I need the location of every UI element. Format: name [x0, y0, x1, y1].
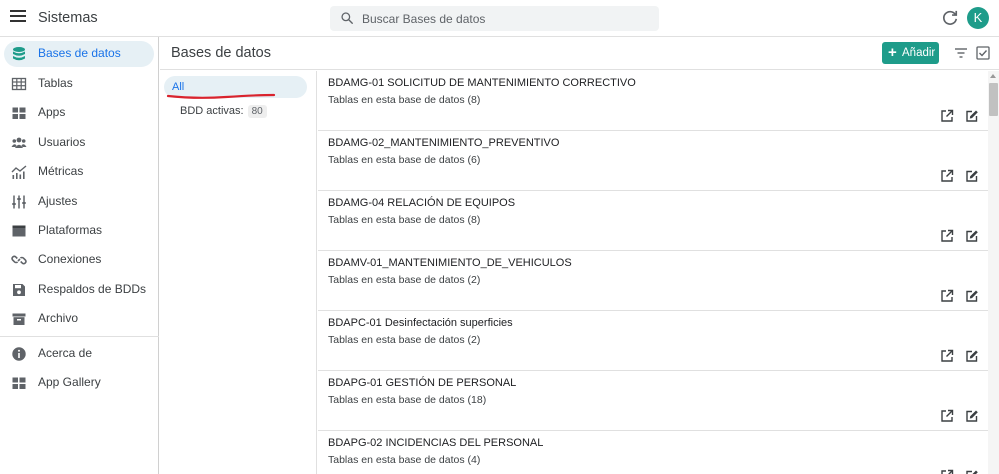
database-list: BDAMG-01 SOLICITUD DE MANTENIMIENTO CORR…: [318, 71, 988, 474]
sidebar-item-label: Métricas: [38, 164, 84, 178]
edit-icon[interactable]: [965, 169, 979, 183]
open-external-icon[interactable]: [940, 289, 954, 303]
open-external-icon[interactable]: [940, 109, 954, 123]
app-title: Sistemas: [38, 10, 98, 26]
database-name: BDAMG-01 SOLICITUD DE MANTENIMIENTO CORR…: [328, 77, 636, 89]
database-table-count: Tablas en esta base de datos (4): [328, 454, 481, 466]
list-item[interactable]: BDAPG-02 INCIDENCIAS DEL PERSONAL Tablas…: [318, 431, 988, 474]
database-name: BDAMG-04 RELACIÓN DE EQUIPOS: [328, 197, 516, 209]
sidebar-item-label: Usuarios: [38, 135, 86, 149]
open-external-icon[interactable]: [940, 229, 954, 243]
save-icon: [13, 284, 25, 296]
sidebar-item-usuarios[interactable]: Usuarios: [4, 130, 154, 156]
edit-icon[interactable]: [965, 289, 979, 303]
sidebar-item-respaldos[interactable]: Respaldos de BDDs: [4, 277, 154, 303]
sidebar-item-label: Apps: [38, 105, 66, 119]
content-header: Bases de datos + Añadir: [160, 37, 999, 70]
apps-icon: [12, 107, 26, 119]
edit-icon[interactable]: [965, 409, 979, 423]
sidebar-item-label: Acerca de: [38, 346, 93, 360]
list-item[interactable]: BDAMG-01 SOLICITUD DE MANTENIMIENTO CORR…: [318, 71, 988, 131]
open-external-icon[interactable]: [940, 469, 954, 474]
open-external-icon[interactable]: [940, 409, 954, 423]
list-item[interactable]: BDAPC-01 Desinfectación superficies Tabl…: [318, 311, 988, 371]
sidebar-item-acerca-de[interactable]: Acerca de: [4, 341, 154, 367]
archive-icon: [12, 313, 26, 325]
info-icon: [12, 347, 26, 361]
refresh-icon[interactable]: [940, 8, 960, 28]
hamburger-menu-icon[interactable]: [10, 10, 26, 24]
filter-all-label: All: [172, 81, 185, 93]
link-icon: [11, 255, 27, 265]
search-icon: [341, 12, 353, 24]
edit-icon[interactable]: [965, 469, 979, 474]
sidebar-item-bases-de-datos[interactable]: Bases de datos: [4, 41, 154, 67]
database-table-count: Tablas en esta base de datos (18): [328, 394, 487, 406]
sidebar-item-app-gallery[interactable]: App Gallery: [4, 370, 154, 396]
count-badge: 80: [247, 105, 267, 118]
database-table-count: Tablas en esta base de datos (2): [328, 334, 481, 346]
database-table-count: Tablas en esta base de datos (8): [328, 214, 481, 226]
list-item[interactable]: BDAMG-02_MANTENIMIENTO_PREVENTIVO Tablas…: [318, 131, 988, 191]
sidebar-item-apps[interactable]: Apps: [4, 100, 154, 126]
filter-all[interactable]: All: [164, 76, 307, 98]
top-bar: Sistemas K: [0, 0, 999, 37]
database-name: BDAPG-01 GESTIÓN DE PERSONAL: [328, 377, 517, 389]
plus-icon: +: [888, 44, 897, 61]
sidebar-item-label: Tablas: [38, 76, 73, 90]
list-item[interactable]: BDAMV-01_MANTENIMIENTO_DE_VEHICULOS Tabl…: [318, 251, 988, 311]
open-external-icon[interactable]: [940, 349, 954, 363]
sidebar-item-label: Ajustes: [38, 194, 78, 208]
search-input[interactable]: [362, 6, 652, 31]
sidebar-item-ajustes[interactable]: Ajustes: [4, 189, 154, 215]
gallery-icon: [12, 377, 26, 389]
metrics-icon: [11, 165, 27, 179]
database-table-count: Tablas en esta base de datos (8): [328, 94, 481, 106]
sidebar-item-label: Plataformas: [38, 223, 103, 237]
edit-icon[interactable]: [965, 349, 979, 363]
sidebar-item-conexiones[interactable]: Conexiones: [4, 247, 154, 273]
users-icon: [11, 137, 27, 148]
add-button-label: Añadir: [902, 47, 936, 59]
database-name: BDAPG-02 INCIDENCIAS DEL PERSONAL: [328, 437, 544, 449]
filter-icon[interactable]: [954, 47, 968, 59]
sidebar-item-archivo[interactable]: Archivo: [4, 306, 154, 332]
settings-sliders-icon: [12, 195, 26, 209]
filter-active-databases[interactable]: BDD activas: 80: [180, 105, 267, 118]
database-table-count: Tablas en esta base de datos (2): [328, 274, 481, 286]
edit-icon[interactable]: [965, 109, 979, 123]
filter-active-label: BDD activas:: [180, 105, 244, 117]
database-icon: [13, 47, 25, 61]
list-item[interactable]: BDAPG-01 GESTIÓN DE PERSONAL Tablas en e…: [318, 371, 988, 431]
filter-panel: All BDD activas: 80: [160, 71, 317, 474]
list-item[interactable]: BDAMG-04 RELACIÓN DE EQUIPOS Tablas en e…: [318, 191, 988, 251]
sidebar-item-label: Bases de datos: [38, 46, 121, 60]
page-title: Bases de datos: [171, 45, 271, 61]
scrollbar-thumb[interactable]: [989, 83, 998, 116]
open-external-icon[interactable]: [940, 169, 954, 183]
platform-icon: [12, 225, 26, 237]
scroll-up-arrow-icon[interactable]: [990, 74, 996, 78]
sidebar-item-label: Archivo: [38, 311, 79, 325]
table-icon: [11, 77, 27, 91]
sidebar-divider: [0, 336, 159, 337]
search-box[interactable]: [330, 6, 659, 31]
sidebar: Bases de datos Tablas Apps Usuarios Métr…: [0, 37, 159, 474]
sidebar-item-tablas[interactable]: Tablas: [4, 71, 154, 97]
edit-icon[interactable]: [965, 229, 979, 243]
sidebar-item-label: Respaldos de BDDs: [38, 282, 147, 296]
scrollbar[interactable]: [988, 71, 999, 474]
database-name: BDAMV-01_MANTENIMIENTO_DE_VEHICULOS: [328, 257, 572, 269]
database-name: BDAMG-02_MANTENIMIENTO_PREVENTIVO: [328, 137, 560, 149]
sidebar-item-label: App Gallery: [38, 375, 101, 389]
add-button[interactable]: + Añadir: [882, 42, 939, 64]
sidebar-item-label: Conexiones: [38, 252, 102, 266]
sidebar-item-plataformas[interactable]: Plataformas: [4, 218, 154, 244]
database-table-count: Tablas en esta base de datos (6): [328, 154, 481, 166]
checkbox-icon[interactable]: [976, 46, 990, 60]
sidebar-item-metricas[interactable]: Métricas: [4, 159, 154, 185]
database-name: BDAPC-01 Desinfectación superficies: [328, 317, 513, 329]
avatar[interactable]: K: [967, 7, 989, 29]
